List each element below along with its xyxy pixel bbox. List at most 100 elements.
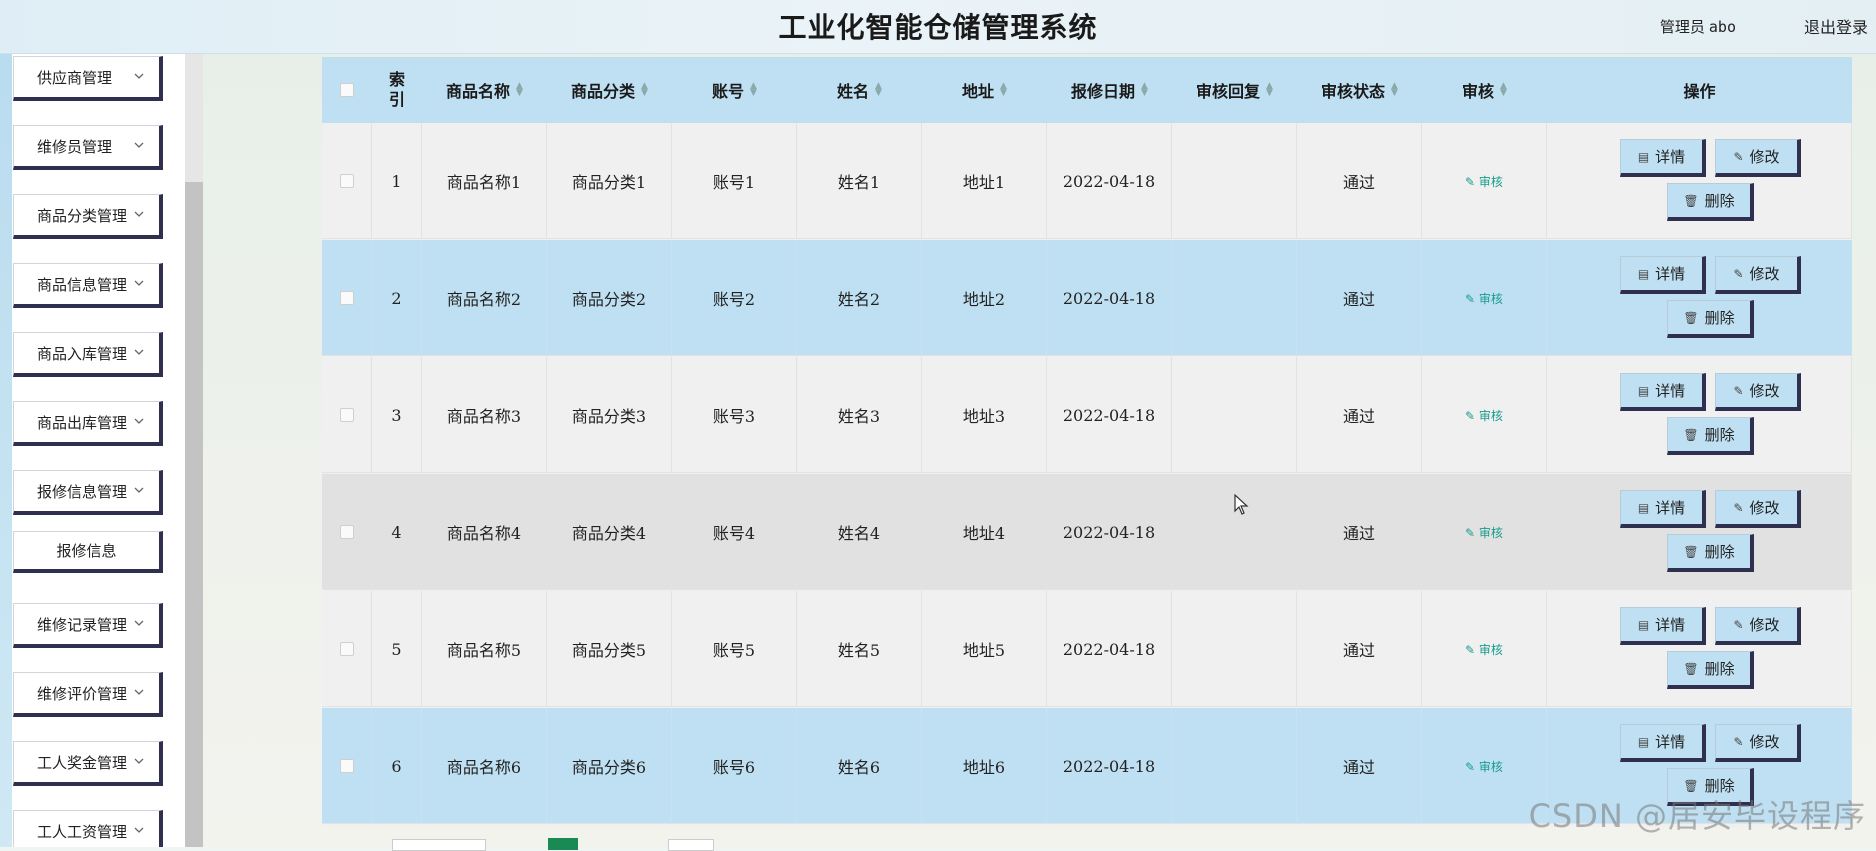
edit-button[interactable]: ✎修改 (1715, 490, 1801, 528)
row-select-cell (322, 123, 372, 239)
header-date-label: 报修日期 (1071, 78, 1135, 102)
sort-icon[interactable]: ▲▼ (1391, 83, 1398, 97)
data-table: 索引 商品名称▲▼ 商品分类▲▼ 账号▲▼ 姓名▲▼ 地址▲▼ 报修日期▲▼ 审… (322, 57, 1852, 827)
row-audit-cell: ✎ 审核 (1422, 357, 1547, 473)
sidebar-item-stock-out[interactable]: 商品出库管理 (13, 401, 163, 446)
edit-button[interactable]: ✎修改 (1715, 139, 1801, 177)
audit-link[interactable]: ✎ 审核 (1465, 641, 1503, 658)
chevron-down-icon (133, 139, 147, 153)
sidebar-scrollbar[interactable] (185, 54, 203, 847)
chevron-down-icon (133, 617, 147, 631)
header-reply[interactable]: 审核回复▲▼ (1172, 57, 1297, 123)
audit-link[interactable]: ✎ 审核 (1465, 758, 1503, 775)
logout-button[interactable]: 退出登录 (1804, 14, 1868, 38)
detail-button[interactable]: ▤详情 (1620, 256, 1706, 294)
header-audit[interactable]: 审核▲▼ (1422, 57, 1547, 123)
delete-button[interactable]: 🗑删除 (1667, 300, 1754, 338)
edit-button[interactable]: ✎修改 (1715, 256, 1801, 294)
row-ops-cell: ▤详情✎修改 🗑删除 (1547, 123, 1852, 239)
sidebar-item-stock-in[interactable]: 商品入库管理 (13, 332, 163, 377)
sidebar-item-repair-review[interactable]: 维修评价管理 (13, 672, 163, 717)
page-size-select[interactable] (392, 839, 486, 851)
edit-button-label: 修改 (1750, 614, 1780, 635)
sidebar-item-worker-salary[interactable]: 工人工资管理 (13, 810, 163, 847)
row-select-cell (322, 240, 372, 356)
sort-icon[interactable]: ▲▼ (750, 83, 757, 97)
row-account-cell: 账号4 (672, 474, 797, 590)
row-index-cell: 1 (372, 123, 422, 239)
sidebar-item-supplier[interactable]: 供应商管理 (13, 56, 163, 101)
header-status[interactable]: 审核状态▲▼ (1297, 57, 1422, 123)
sidebar-item-repair-info[interactable]: 报修信息管理 (13, 470, 163, 515)
chevron-down-icon (133, 824, 147, 838)
select-all-checkbox[interactable] (340, 83, 354, 97)
audit-link[interactable]: ✎ 审核 (1465, 173, 1503, 190)
header-person[interactable]: 姓名 ▲▼ (797, 57, 922, 123)
table-row: 5商品名称5商品分类5账号5姓名5地址52022-04-18通过✎ 审核▤详情✎… (322, 591, 1852, 707)
row-checkbox[interactable] (340, 291, 354, 305)
audit-link[interactable]: ✎ 审核 (1465, 290, 1503, 307)
audit-link[interactable]: ✎ 审核 (1465, 524, 1503, 541)
header-person-label: 姓名 (837, 78, 869, 102)
detail-button-label: 详情 (1655, 614, 1685, 635)
edit-button-label: 修改 (1750, 380, 1780, 401)
row-address-cell: 地址1 (922, 123, 1047, 239)
sidebar-item-repairer[interactable]: 维修员管理 (13, 125, 163, 170)
delete-button[interactable]: 🗑删除 (1667, 651, 1754, 689)
delete-button[interactable]: 🗑删除 (1667, 183, 1754, 221)
current-page-button[interactable] (548, 838, 578, 850)
sort-icon[interactable]: ▲▼ (516, 83, 523, 97)
edit-button[interactable]: ✎修改 (1715, 373, 1801, 411)
detail-button[interactable]: ▤详情 (1620, 373, 1706, 411)
sort-icon[interactable]: ▲▼ (1141, 83, 1148, 97)
user-role-label: 管理员 (1660, 18, 1705, 36)
row-reply-cell (1172, 474, 1297, 590)
delete-button[interactable]: 🗑删除 (1667, 534, 1754, 572)
row-checkbox[interactable] (340, 408, 354, 422)
header-account[interactable]: 账号▲▼ (672, 57, 797, 123)
edit-button[interactable]: ✎修改 (1715, 607, 1801, 645)
detail-button[interactable]: ▤详情 (1620, 724, 1706, 762)
row-checkbox[interactable] (340, 642, 354, 656)
sort-icon[interactable]: ▲▼ (1500, 83, 1507, 97)
header-address[interactable]: 地址▲▼ (922, 57, 1047, 123)
header-category-label: 商品分类 (571, 78, 635, 102)
detail-button-label: 详情 (1655, 497, 1685, 518)
edit-button[interactable]: ✎修改 (1715, 724, 1801, 762)
sidebar-item-label: 维修评价管理 (37, 683, 127, 704)
sort-icon[interactable]: ▲▼ (641, 83, 648, 97)
chevron-down-icon (133, 208, 147, 222)
detail-button[interactable]: ▤详情 (1620, 607, 1706, 645)
sidebar-item-category[interactable]: 商品分类管理 (13, 194, 163, 239)
delete-button[interactable]: 🗑删除 (1667, 417, 1754, 455)
header-category[interactable]: 商品分类 ▲▼ (547, 57, 672, 123)
pencil-icon: ✎ (1465, 760, 1479, 774)
sidebar-item-worker-bonus[interactable]: 工人奖金管理 (13, 741, 163, 786)
row-category-cell: 商品分类6 (547, 708, 672, 824)
header-select-all[interactable] (322, 57, 372, 123)
sort-icon[interactable]: ▲▼ (1266, 83, 1273, 97)
detail-button[interactable]: ▤详情 (1620, 490, 1706, 528)
row-checkbox[interactable] (340, 525, 354, 539)
row-checkbox[interactable] (340, 759, 354, 773)
sidebar-scrollbar-thumb[interactable] (185, 182, 203, 847)
sidebar: 供应商管理 维修员管理 商品分类管理 商品信息管理 商品入库管理 商品出库管理 … (0, 54, 185, 847)
header-date[interactable]: 报修日期 ▲▼ (1047, 57, 1172, 123)
sort-icon[interactable]: ▲▼ (875, 83, 882, 97)
sidebar-item-product-info[interactable]: 商品信息管理 (13, 263, 163, 308)
header-name[interactable]: 商品名称▲▼ (422, 57, 547, 123)
audit-link[interactable]: ✎ 审核 (1465, 407, 1503, 424)
sort-icon[interactable]: ▲▼ (1000, 83, 1007, 97)
sidebar-item-label: 商品分类管理 (37, 205, 127, 226)
row-date-cell: 2022-04-18 (1047, 474, 1172, 590)
sidebar-subitem-repair-info[interactable]: 报修信息 (13, 531, 163, 573)
detail-button[interactable]: ▤详情 (1620, 139, 1706, 177)
goto-page-input[interactable] (668, 839, 714, 851)
row-address-cell: 地址2 (922, 240, 1047, 356)
sidebar-item-label: 维修记录管理 (37, 614, 127, 635)
sidebar-item-repair-record[interactable]: 维修记录管理 (13, 603, 163, 648)
row-checkbox[interactable] (340, 174, 354, 188)
sidebar-item-label: 商品信息管理 (37, 274, 127, 295)
row-index-cell: 4 (372, 474, 422, 590)
row-date-cell: 2022-04-18 (1047, 708, 1172, 824)
